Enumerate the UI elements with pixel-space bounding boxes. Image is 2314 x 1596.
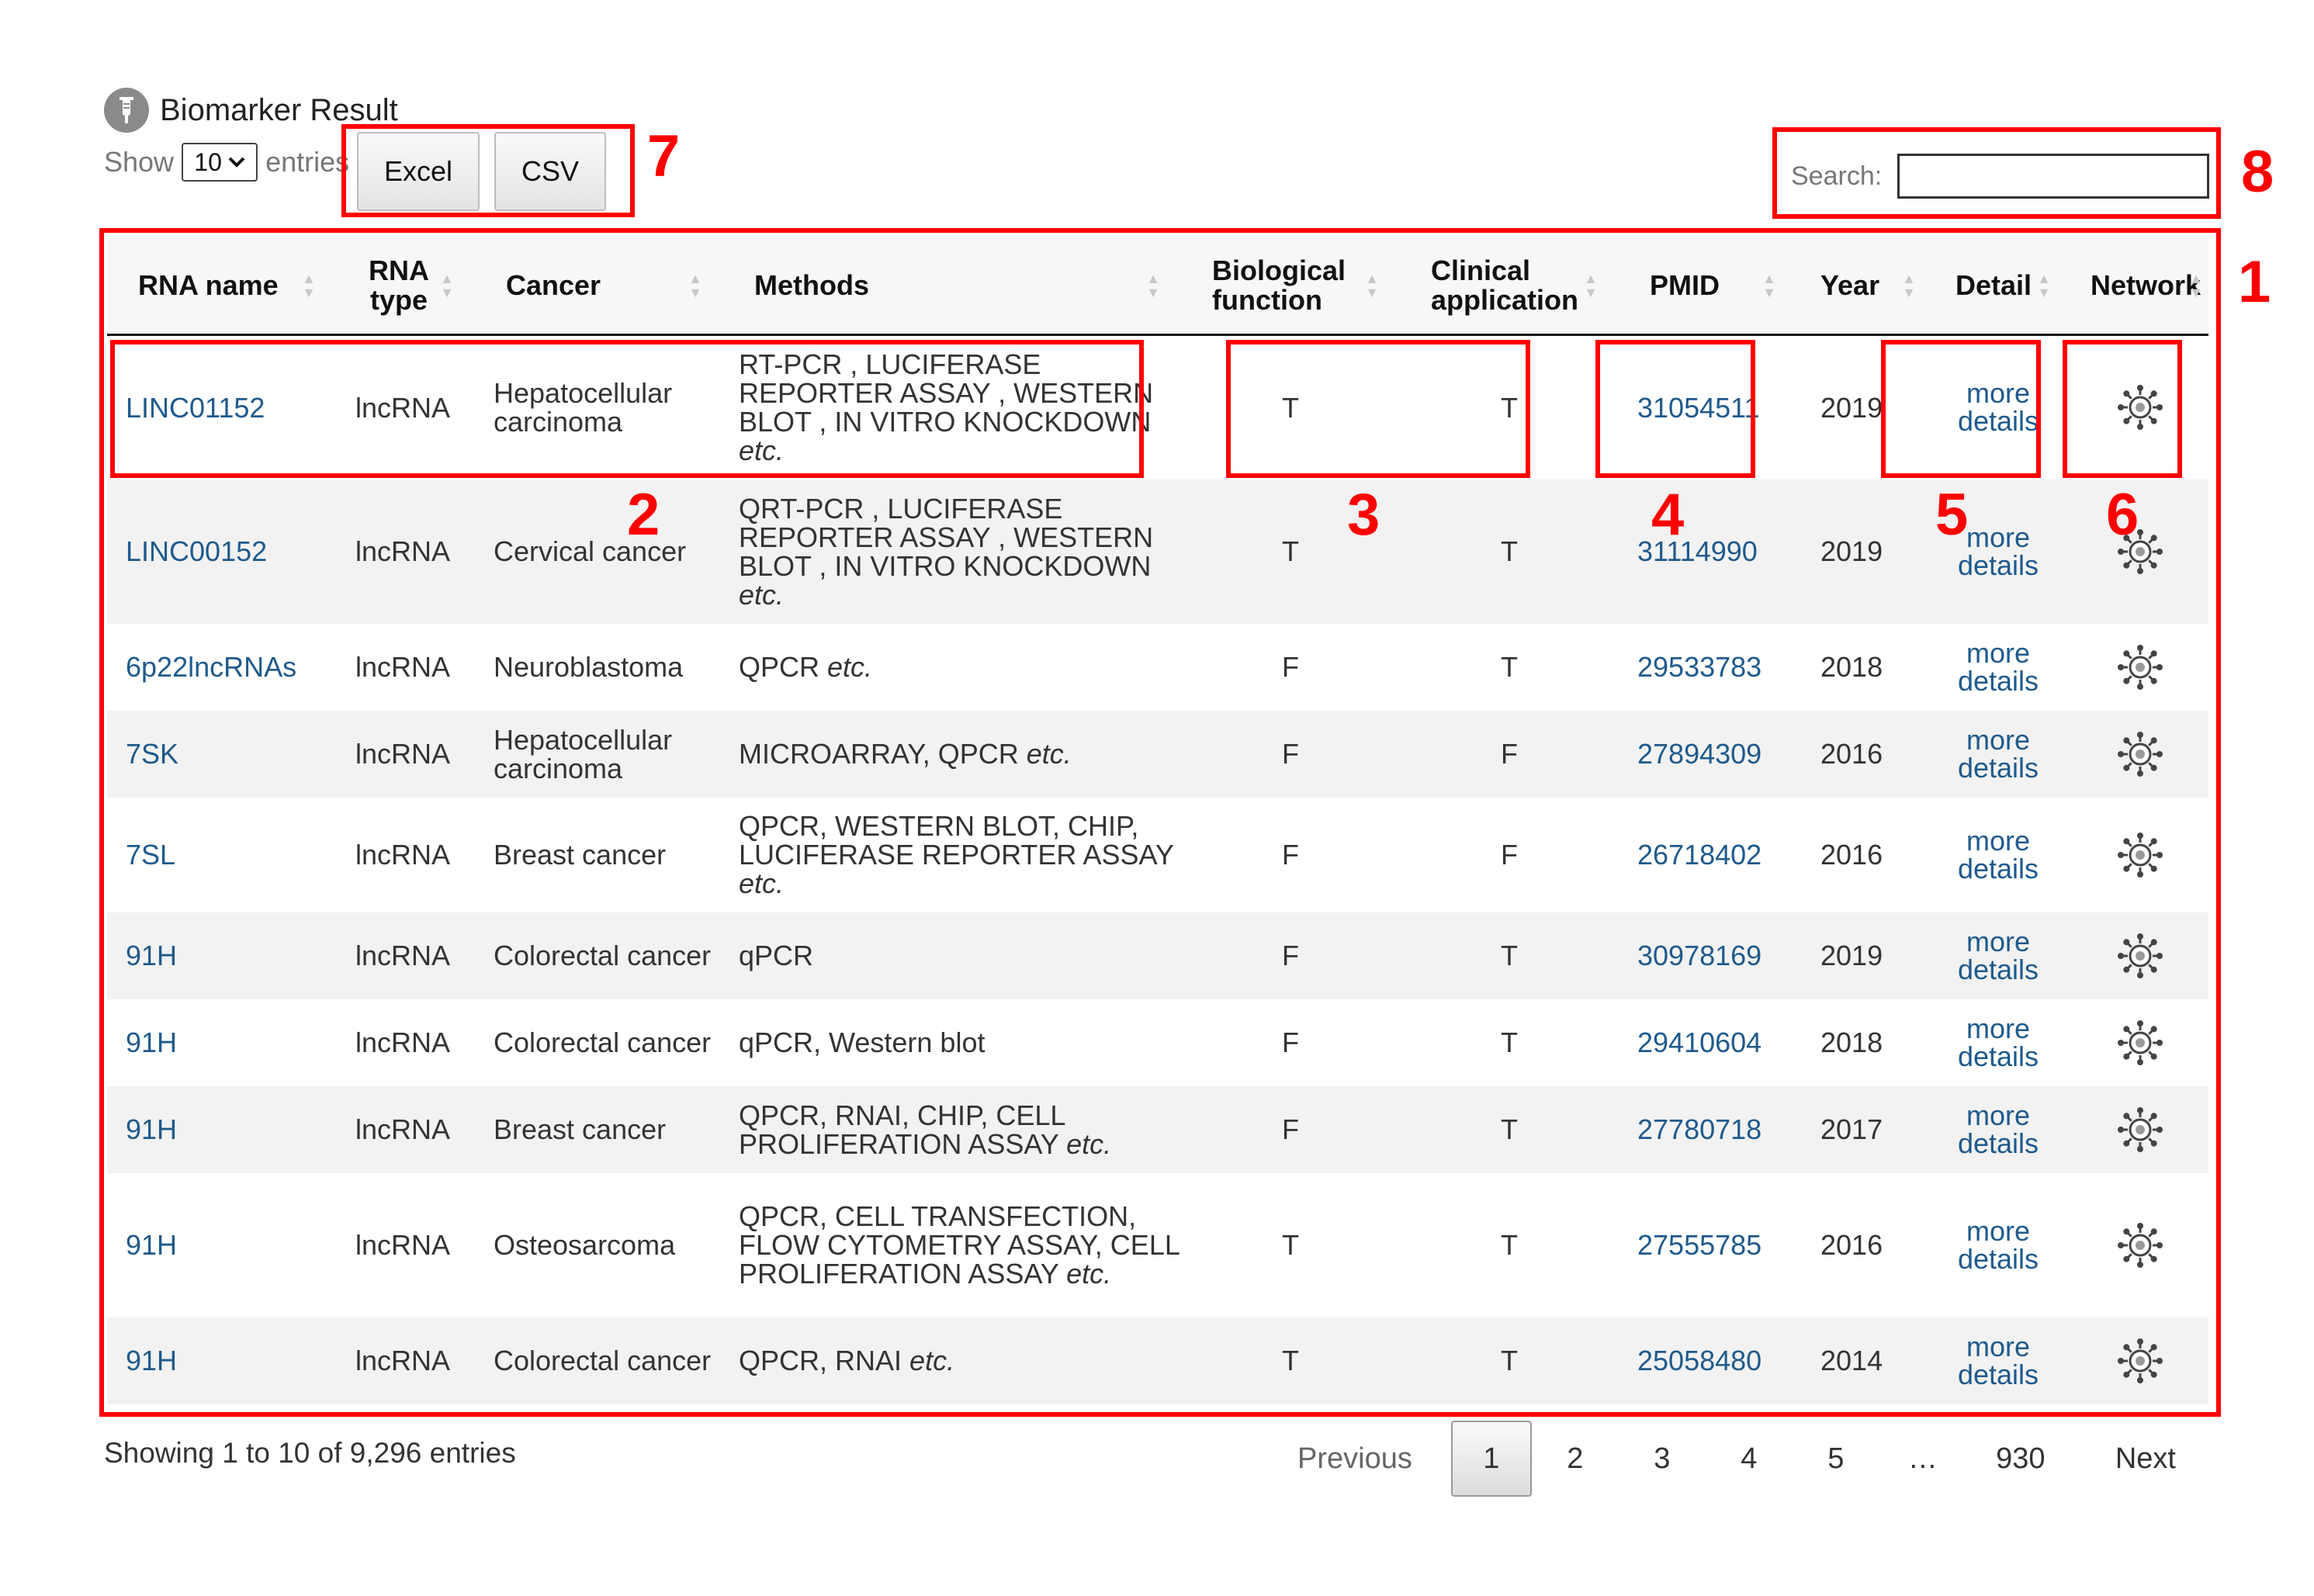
annotation-label: 2: [627, 482, 660, 548]
annotation-box-detail: [1881, 340, 2041, 478]
next-button[interactable]: Next: [2098, 1421, 2193, 1497]
annotation-label: 7: [647, 123, 681, 189]
page-button[interactable]: 930: [1966, 1421, 2075, 1497]
annotation-box-network: [2063, 340, 2182, 478]
annotation-label: 8: [2241, 139, 2274, 205]
page-button[interactable]: 3: [1619, 1421, 1706, 1497]
previous-button[interactable]: Previous: [1280, 1421, 1429, 1497]
annotation-box-rna-info: [110, 340, 1144, 478]
chevron-down-icon: [228, 157, 245, 168]
entries-select-value: 10: [194, 147, 222, 176]
page-button[interactable]: 4: [1706, 1421, 1793, 1497]
page-button[interactable]: 5: [1793, 1421, 1879, 1497]
show-label: Show: [104, 146, 175, 178]
table-info: Showing 1 to 10 of 9,296 entries: [104, 1437, 516, 1469]
page-button[interactable]: 2: [1532, 1421, 1619, 1497]
annotation-label: 3: [1347, 482, 1380, 548]
biomarker-icon: [104, 88, 149, 133]
annotation-box-functions: [1226, 340, 1530, 478]
annotation-label: 4: [1651, 482, 1685, 548]
annotation-label: 5: [1935, 482, 1969, 548]
annotation-label: 6: [2106, 482, 2139, 548]
pagination: Previous 1 2 3 4 5 … 930 Next: [1280, 1420, 2193, 1497]
annotation-box-search: [1772, 127, 2221, 219]
page-button-current[interactable]: 1: [1450, 1421, 1532, 1497]
entries-label: entries: [265, 146, 350, 178]
annotation-box-pmid: [1595, 340, 1755, 478]
annotation-box-export: [341, 124, 635, 217]
entries-select[interactable]: 10: [182, 143, 258, 182]
page-ellipsis: …: [1907, 1442, 1938, 1475]
page-title: Biomarker Result: [160, 92, 398, 127]
annotation-label: 1: [2238, 249, 2271, 315]
length-control: Show 10 entries: [104, 143, 349, 182]
